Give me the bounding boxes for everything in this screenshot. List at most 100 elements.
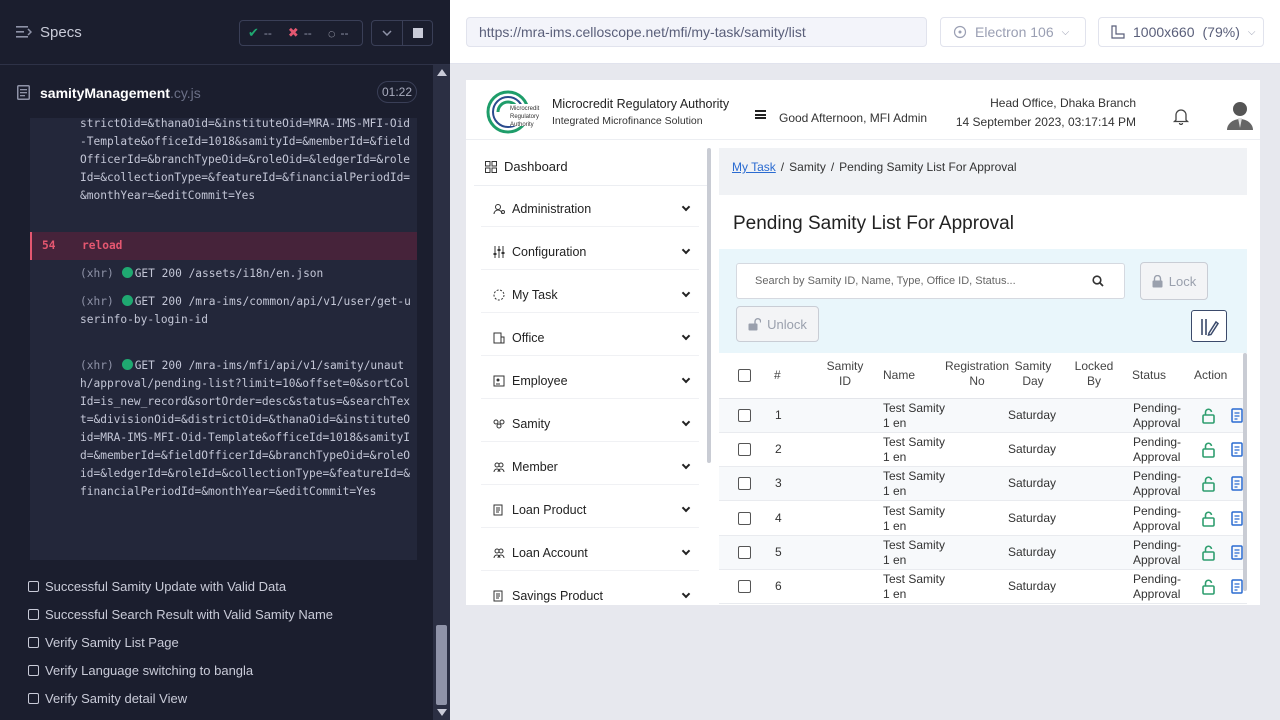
col-samity-id[interactable]: Samity ID: [823, 359, 867, 389]
passed-stat: ✔ --: [248, 25, 272, 40]
unlock-action-icon[interactable]: [1202, 545, 1216, 561]
sidebar-item-dashboard[interactable]: Dashboard: [474, 148, 711, 186]
sidebar-item-savings-product[interactable]: Savings Product: [481, 578, 699, 605]
page-title: Pending Samity List For Approval: [733, 213, 1014, 234]
runner-scrollbar[interactable]: [433, 65, 450, 720]
sidebar-item-employee[interactable]: Employee: [481, 363, 699, 399]
breadcrumb-link-my-task[interactable]: My Task: [732, 160, 776, 174]
branch-name: Head Office, Dhaka Branch: [990, 96, 1136, 110]
chevron-down-icon: ⌵: [1247, 26, 1256, 38]
sidebar: Dashboard Administration Configuration M…: [474, 148, 711, 605]
sidebar-item-my-task[interactable]: My Task: [481, 277, 699, 313]
failed-stat: ✖ --: [287, 25, 312, 40]
chevron-down-icon: ⌵: [1061, 26, 1070, 38]
chevron-down-button[interactable]: [371, 20, 403, 46]
sidebar-scrollbar[interactable]: [707, 148, 711, 463]
lock-icon: [1152, 274, 1163, 287]
table-row[interactable]: 2 Test Samity 1 en Saturday Pending-Appr…: [719, 433, 1247, 467]
table-row[interactable]: 5 Test Samity 1 en Saturday Pending-Appr…: [719, 536, 1247, 570]
unlock-action-icon[interactable]: [1202, 408, 1216, 424]
log-reload-row[interactable]: 54 reload: [30, 232, 417, 260]
bell-icon[interactable]: [1172, 107, 1190, 125]
test-item[interactable]: Verify Language switching to bangla: [28, 663, 253, 678]
unlock-button[interactable]: Unlock: [736, 306, 819, 342]
svg-text:Authority: Authority: [510, 122, 534, 128]
url-bar[interactable]: https://mra-ims.celloscope.net/mfi/my-ta…: [466, 17, 927, 47]
xhr-entry[interactable]: (xhr) GET 200 /mra-ims/common/api/v1/user…: [30, 293, 417, 329]
sidebar-item-loan-account[interactable]: Loan Account: [481, 535, 699, 571]
group-icon: [493, 419, 505, 428]
sidebar-item-administration[interactable]: Administration: [481, 191, 699, 227]
sidebar-item-loan-product[interactable]: Loan Product: [481, 492, 699, 528]
row-checkbox[interactable]: [738, 580, 751, 593]
app-under-test: Microcredit Regulatory Authority Microcr…: [466, 80, 1260, 605]
select-all-checkbox[interactable]: [738, 369, 751, 382]
col-action: Action: [1194, 368, 1228, 382]
svg-text:Microcredit: Microcredit: [510, 106, 540, 112]
chevron-down-icon: [681, 460, 691, 470]
hamburger-menu-icon[interactable]: [755, 110, 766, 119]
spec-file-row[interactable]: samityManagement.cy.js 01:22: [0, 66, 432, 118]
status-dot-icon: [121, 267, 133, 278]
sidebar-item-samity[interactable]: Samity: [481, 406, 699, 442]
stop-button[interactable]: [403, 20, 433, 46]
unlock-action-icon[interactable]: [1202, 442, 1216, 458]
runner-header: Specs ✔ -- ✖ -- ◌ --: [0, 0, 450, 65]
file-icon: [17, 85, 30, 100]
breadcrumb-current: Pending Samity List For Approval: [839, 160, 1017, 174]
scroll-up-icon[interactable]: [437, 69, 447, 76]
scroll-thumb[interactable]: [436, 625, 447, 705]
document-icon: [493, 590, 503, 601]
specs-title[interactable]: Specs: [40, 24, 82, 41]
test-item[interactable]: Verify Samity List Page: [28, 635, 179, 650]
table-scrollbar[interactable]: [1243, 353, 1247, 591]
test-checkbox-icon: [28, 665, 39, 676]
test-checkbox-icon: [28, 581, 39, 592]
log-url-continuation: strictOid=&thanaOid=&instituteOid=MRA-IM…: [80, 118, 411, 202]
command-log: strictOid=&thanaOid=&instituteOid=MRA-IM…: [30, 118, 417, 560]
browser-selector[interactable]: Electron 106 ⌵: [940, 17, 1086, 47]
sidebar-item-configuration[interactable]: Configuration: [481, 234, 699, 270]
test-item[interactable]: Successful Samity Update with Valid Data: [28, 579, 286, 594]
column-toggle-button[interactable]: [1191, 310, 1227, 342]
unlock-action-icon[interactable]: [1202, 579, 1216, 595]
search-icon[interactable]: [1092, 275, 1104, 287]
xhr-entry[interactable]: (xhr) GET 200 /mra-ims/mfi/api/v1/samity/…: [30, 357, 417, 501]
row-checkbox[interactable]: [738, 477, 751, 490]
col-registration-no[interactable]: Registration No: [943, 359, 1011, 389]
table-row[interactable]: 1 Test Samity 1 en Saturday Pending-Appr…: [719, 399, 1247, 433]
test-checkbox-icon: [28, 693, 39, 704]
row-checkbox[interactable]: [738, 409, 751, 422]
org-name: Microcredit Regulatory Authority: [552, 97, 730, 111]
row-checkbox[interactable]: [738, 512, 751, 525]
row-checkbox[interactable]: [738, 546, 751, 559]
sidebar-item-office[interactable]: Office: [481, 320, 699, 356]
scroll-down-icon[interactable]: [437, 709, 447, 716]
mra-logo-icon: Microcredit Regulatory Authority: [486, 90, 544, 134]
viewport-info[interactable]: 1000x660 (79%) ⌵: [1098, 17, 1264, 47]
specs-menu-icon[interactable]: [16, 25, 32, 39]
row-checkbox[interactable]: [738, 443, 751, 456]
lock-button[interactable]: Lock: [1140, 262, 1208, 300]
col-samity-day[interactable]: Samity Day: [1011, 359, 1055, 389]
test-item[interactable]: Verify Samity detail View: [28, 691, 187, 706]
unlock-action-icon[interactable]: [1202, 476, 1216, 492]
spinner-icon: [493, 289, 505, 300]
test-item[interactable]: Successful Search Result with Valid Sami…: [28, 607, 333, 622]
stop-icon: [412, 28, 423, 38]
col-name[interactable]: Name: [883, 368, 915, 383]
col-locked-by[interactable]: Locked By: [1069, 359, 1119, 389]
unlock-action-icon[interactable]: [1202, 511, 1216, 527]
table-row[interactable]: 3 Test Samity 1 en Saturday Pending-Appr…: [719, 467, 1247, 501]
col-status[interactable]: Status: [1132, 368, 1166, 383]
filter-bar: Search by Samity ID, Name, Type, Office …: [719, 249, 1247, 353]
xhr-entry[interactable]: (xhr) GET 200 /assets/i18n/en.json: [30, 265, 417, 283]
avatar-icon[interactable]: [1226, 100, 1254, 130]
sidebar-item-member[interactable]: Member: [481, 449, 699, 485]
table-row[interactable]: 6 Test Samity 1 en Saturday Pending-Appr…: [719, 570, 1247, 604]
table-row[interactable]: 4 Test Samity 1 en Saturday Pending-Appr…: [719, 502, 1247, 536]
status-dot-icon: [121, 295, 133, 306]
search-input[interactable]: Search by Samity ID, Name, Type, Office …: [736, 263, 1125, 299]
app-topbar: Microcredit Regulatory Authority Microcr…: [466, 80, 1260, 140]
chevron-down-icon: [681, 202, 691, 212]
